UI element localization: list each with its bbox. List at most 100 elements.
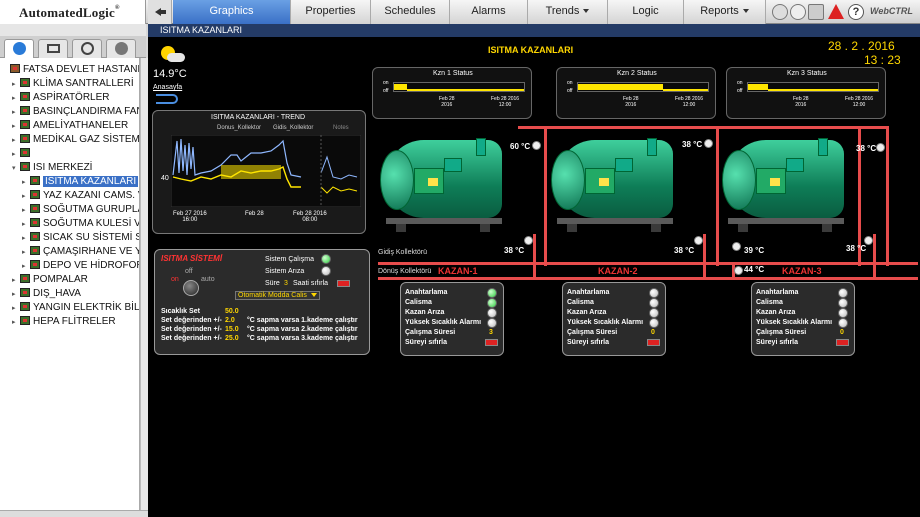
tree-item[interactable]: FATSA DEVLET HASTANESİ [2, 64, 139, 77]
runtime-value: 0 [651, 329, 655, 336]
tree-expander-icon[interactable]: ▸ [12, 318, 20, 326]
tree-item[interactable]: ▸ ISITMA KAZANLARI [22, 176, 139, 189]
reset-runtime-button[interactable] [836, 339, 849, 346]
tree-item-label: KLİMA SANTRALLERİ [33, 78, 134, 89]
zoom-icon[interactable] [790, 4, 806, 20]
set-row-desc: °C sapma varsa 1.kademe çalıştır [247, 317, 358, 324]
tree-item[interactable]: ▸ SOĞUTMA GURUPLARI [22, 204, 139, 217]
tree-expander-icon[interactable]: ▸ [12, 276, 20, 284]
tree-expander-icon[interactable]: ▸ [12, 122, 20, 130]
controller-icon [20, 92, 30, 101]
tab-properties[interactable]: Properties [291, 0, 371, 24]
trend-x-label-3: Feb 28 2016 08:00 [293, 211, 327, 223]
tree-expander-icon[interactable]: ▸ [22, 206, 30, 214]
controller-icon [20, 78, 30, 87]
tree-item[interactable]: ▸ DIŞ_HAVA [12, 288, 81, 301]
tree-expander-icon[interactable]: ▸ [22, 192, 30, 200]
sistem-ariza-label: Sistem Arıza [265, 268, 305, 275]
back-arrow-icon[interactable] [156, 94, 178, 104]
tree-item[interactable]: ▸ AMELİYATHANELER [12, 120, 128, 133]
set-row-value[interactable]: 15.0 [225, 326, 239, 333]
runtime-value: 3 [489, 329, 493, 336]
status-led [487, 308, 497, 318]
controller-icon [30, 232, 40, 241]
tree-item[interactable]: ▾ ISI MERKEZİ [12, 162, 92, 175]
tree-item[interactable]: ▸ DEPO VE HİDROFORL [22, 260, 139, 273]
tab-config[interactable] [106, 39, 136, 58]
tree-item[interactable]: ▸ SICAK SU SİSTEMİ SO [22, 232, 139, 245]
bypass-temp: 44 °C [744, 265, 765, 274]
tree-expander-icon[interactable]: ▸ [22, 248, 30, 256]
home-link[interactable]: Anasayfa [153, 84, 182, 91]
tree-expander-icon[interactable]: ▸ [12, 94, 20, 102]
tab-geographic[interactable] [4, 39, 34, 58]
tab-schedule-view[interactable] [72, 39, 102, 58]
boiler-status-panel[interactable]: Kzn 3 Status on off Feb 28 2016 Feb 28 2016 … [726, 67, 886, 119]
tree-item[interactable]: ▸ HEPA FLİTRELER [12, 316, 116, 329]
status-led [838, 298, 848, 308]
sicaklik-set-value[interactable]: 50.0 [225, 308, 239, 315]
settings-icon[interactable] [772, 4, 788, 20]
tree-item[interactable]: ▸ [12, 148, 33, 161]
temp-gauge-icon [524, 236, 533, 245]
tree-item-label: ISI MERKEZİ [33, 162, 93, 173]
tab-alarms[interactable]: Alarms [450, 0, 528, 24]
tree-item[interactable]: ▸ BASINÇLANDIRMA FANLARI [12, 106, 139, 119]
reset-runtime-button[interactable] [647, 339, 660, 346]
tab-schedules[interactable]: Schedules [371, 0, 450, 24]
tree-item[interactable]: ▸ POMPALAR [12, 274, 88, 287]
help-icon[interactable]: ? [848, 4, 864, 20]
boiler-graphic[interactable] [380, 132, 522, 236]
reset-timer-button[interactable] [337, 280, 350, 287]
tree-item-label: ÇAMAŞIRHANE VE YE [43, 246, 140, 257]
tab-logic[interactable]: Logic [608, 0, 684, 24]
status-time-2: Feb 28 2016 12:00 [675, 96, 704, 108]
tree-expander-icon[interactable]: ▸ [12, 290, 20, 298]
boiler-status-panel[interactable]: Kzn 2 Status on off Feb 28 2016 Feb 28 2016 … [556, 67, 716, 119]
tree-item[interactable]: ▸ SOĞUTMA KULESİ VE [22, 218, 139, 231]
tree-item[interactable]: ▸ YANGIN ELEKTRİK BİLGİ [12, 302, 139, 315]
tree-item[interactable]: ▸ ÇAMAŞIRHANE VE YE [22, 246, 140, 259]
tab-network[interactable] [38, 39, 68, 58]
tree-item[interactable]: ▸ KLİMA SANTRALLERİ [12, 78, 134, 91]
tree-expander-icon[interactable]: ▸ [22, 220, 30, 228]
tree-expander-icon[interactable]: ▸ [12, 108, 20, 116]
status-led [838, 308, 848, 318]
tree-item[interactable]: ▸ YAZ KAZANI CAMS. V [22, 190, 139, 203]
print-icon[interactable] [808, 4, 824, 20]
tree-expander-icon[interactable]: ▸ [12, 136, 20, 144]
set-row-desc: °C sapma varsa 2.kademe çalıştır [247, 326, 358, 333]
boiler-graphic[interactable] [722, 132, 864, 236]
tree-item[interactable]: ▸ ASPİRATÖRLER [12, 92, 110, 105]
back-button[interactable] [148, 0, 172, 24]
tree-expander-icon[interactable]: ▸ [12, 150, 20, 158]
status-led [649, 308, 659, 318]
tab-reports[interactable]: Reports [684, 0, 766, 24]
tree-expander-icon[interactable]: ▾ [12, 164, 20, 172]
boiler-status-panel[interactable]: Kzn 1 Status on off Feb 28 2016 Feb 28 2016 … [372, 67, 532, 119]
tree-expander-icon[interactable]: ▸ [22, 178, 30, 186]
mode-dropdown[interactable]: Otomatik Modda Calis [235, 291, 320, 300]
reset-runtime-button[interactable] [485, 339, 498, 346]
boiler-info-panel: Anahtarlama Calisma Kazan Arıza Yüksek Sıca… [562, 282, 666, 356]
saati-sifirla-label: Saati sıfırla [293, 280, 329, 287]
set-row-value[interactable]: 25.0 [225, 335, 239, 342]
tree-expander-icon[interactable]: ▸ [12, 80, 20, 88]
horizontal-scrollbar[interactable] [0, 510, 148, 517]
tree-expander-icon[interactable]: ▸ [12, 304, 20, 312]
boiler-graphic[interactable] [551, 132, 693, 236]
trend-x-label-1: Feb 27 2016 16:00 [173, 211, 207, 223]
status-bar-off-line [662, 89, 708, 91]
boiler-row-label: Anahtarlama [756, 289, 799, 296]
status-title: Kzn 2 Status [617, 70, 657, 77]
tab-trends[interactable]: Trends [528, 0, 608, 24]
tree-item[interactable]: ▸ MEDİKAL GAZ SİSTEMLERİ [12, 134, 139, 147]
mode-selector-knob[interactable] [183, 280, 199, 296]
tab-graphics[interactable]: Graphics [173, 0, 291, 24]
tree-expander-icon[interactable]: ▸ [22, 262, 30, 270]
tree-scrollbar[interactable] [140, 58, 148, 510]
alarm-warning-icon[interactable] [828, 4, 844, 19]
set-row-value[interactable]: 2.0 [225, 317, 235, 324]
tree-expander-icon[interactable]: ▸ [22, 234, 30, 242]
trend-panel[interactable]: ISITMA KAZANLARI - TREND Donus_Kollektor… [152, 110, 366, 234]
